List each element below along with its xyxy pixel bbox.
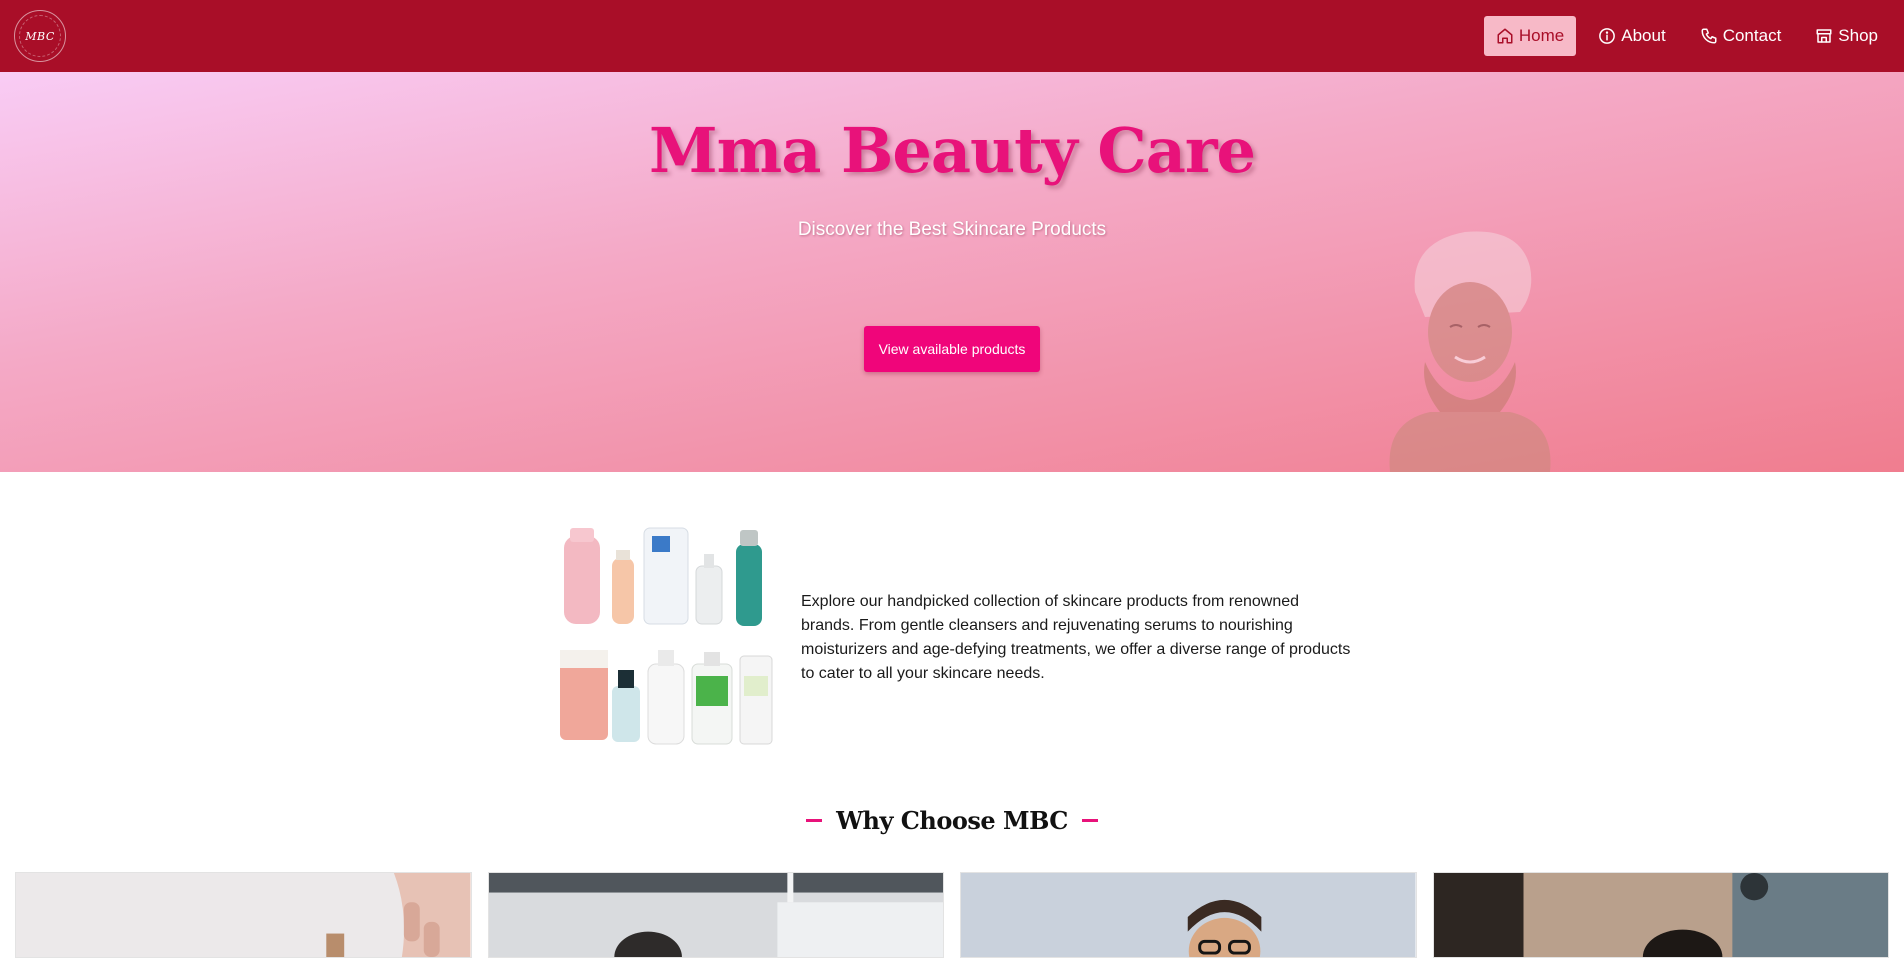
about-section: Explore our handpicked collection of ski… (556, 526, 1356, 748)
heading-dash-left (806, 819, 823, 822)
hero-banner: Mma Beauty Care Discover the Best Skinca… (0, 72, 1904, 472)
nav-item-home[interactable]: Home (1483, 16, 1577, 56)
brand-logo[interactable]: MBC (14, 10, 66, 62)
why-choose-title: Why Choose MBC (836, 806, 1068, 835)
card-image-storefront (1433, 873, 1888, 957)
info-icon (1599, 28, 1616, 44)
hero-title: Mma Beauty Care (649, 114, 1256, 187)
why-card-3[interactable] (960, 872, 1417, 958)
nav-label-shop: Shop (1838, 26, 1878, 45)
phone-icon (1701, 28, 1717, 44)
view-products-button[interactable]: View available products (864, 326, 1040, 372)
logo-text: MBC (25, 29, 55, 43)
nav-label-home: Home (1518, 26, 1565, 45)
home-icon (1497, 28, 1513, 44)
nav-item-shop[interactable]: Shop (1803, 16, 1890, 56)
card-image-man-glasses (961, 873, 1416, 957)
why-choose-heading: Why Choose MBC (0, 806, 1904, 835)
nav-item-about[interactable]: About (1586, 16, 1677, 56)
nav-item-contact[interactable]: Contact (1688, 16, 1794, 56)
why-choose-cards (15, 872, 1889, 958)
about-description: Explore our handpicked collection of ski… (801, 593, 1351, 682)
heading-dash-right (1081, 819, 1098, 822)
top-navbar: MBC Home About Contact Shop (0, 0, 1904, 72)
why-card-4[interactable] (1432, 872, 1889, 958)
hero-model-image (1389, 231, 1551, 472)
why-card-2[interactable] (487, 872, 944, 958)
card-image-hand (16, 873, 471, 957)
nav-label-contact: Contact (1722, 26, 1782, 45)
store-icon (1816, 29, 1832, 43)
why-card-1[interactable] (15, 872, 472, 958)
main-nav: Home About Contact Shop (1483, 16, 1890, 56)
card-image-office-person (488, 873, 943, 957)
skincare-products-image (560, 527, 773, 745)
nav-label-about: About (1621, 26, 1666, 45)
hero-subtitle: Discover the Best Skincare Products (797, 219, 1107, 240)
